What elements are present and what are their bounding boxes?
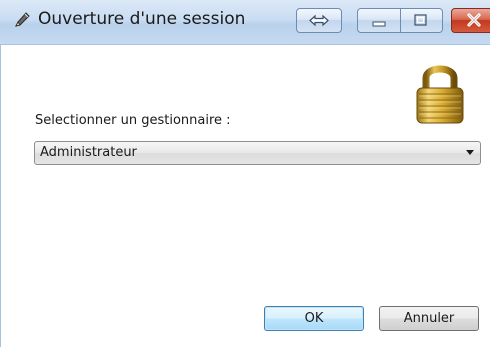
manager-label: Selectionner un gestionnaire : <box>35 113 231 128</box>
chevron-down-icon <box>466 150 474 155</box>
minimize-button[interactable] <box>357 8 401 33</box>
manager-select[interactable]: Administrateur <box>34 141 481 165</box>
resize-button[interactable] <box>296 8 342 33</box>
manager-select-value: Administrateur <box>40 145 137 160</box>
pencil-icon <box>12 10 32 30</box>
close-button[interactable] <box>451 8 490 33</box>
close-icon <box>467 13 481 27</box>
title-bar[interactable]: Ouverture d'une session <box>0 0 490 45</box>
maximize-button[interactable] <box>401 8 443 33</box>
window-title: Ouverture d'une session <box>38 9 246 29</box>
padlock-icon <box>412 60 468 126</box>
double-arrow-icon <box>309 14 329 27</box>
cancel-button[interactable]: Annuler <box>379 306 479 331</box>
ok-button[interactable]: OK <box>264 306 364 331</box>
maximize-icon <box>414 14 427 26</box>
login-dialog: Ouverture d'une session Selectionner un … <box>0 0 490 347</box>
minimize-icon <box>372 21 386 27</box>
